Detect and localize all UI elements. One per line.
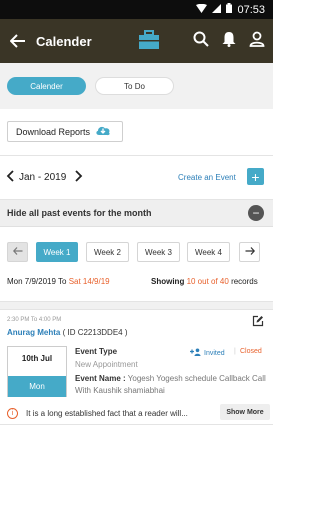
event-note: i It is a long established fact that a r… — [7, 404, 270, 420]
range-start: Mon 7/9/2019 — [7, 277, 56, 286]
chevron-left-icon[interactable] — [6, 170, 14, 185]
event-date-box: 10th Jul Mon — [7, 346, 67, 397]
show-more-button[interactable]: Show More — [220, 404, 270, 420]
week-tab-4[interactable]: Week 4 — [187, 242, 230, 262]
note-text: It is a long established fact that a rea… — [26, 408, 188, 418]
range-to: To — [58, 277, 67, 286]
arrow-right-icon — [245, 247, 255, 257]
month-navigation: Jan - 2019 Create an Event + — [0, 156, 273, 200]
week-tab-3[interactable]: Week 3 — [137, 242, 180, 262]
signal-icon — [212, 3, 222, 16]
week-tab-2[interactable]: Week 2 — [86, 242, 129, 262]
person-name[interactable]: Anurag Mehta — [7, 328, 60, 337]
week-selector: Week 1 Week 2 Week 3 Week 4 — [0, 235, 273, 269]
plus-icon: + — [251, 168, 260, 185]
event-person: Anurag Mehta ( ID C2213DDE4 ) — [7, 328, 128, 337]
week-tab-1[interactable]: Week 1 — [36, 242, 78, 262]
event-card[interactable]: 2:30 PM To 4:00 PM Anurag Mehta ( ID C22… — [0, 310, 273, 425]
profile-icon[interactable] — [249, 31, 265, 52]
tab-to-do[interactable]: To Do — [95, 77, 174, 95]
next-week-button[interactable] — [239, 242, 260, 262]
date-range: Mon 7/9/2019 To Sat 14/9/19 — [7, 277, 110, 286]
status-separator: | — [234, 348, 236, 355]
divider — [0, 301, 273, 310]
event-type-value: New Appointment — [75, 360, 138, 369]
download-reports-label: Download Reports — [16, 126, 91, 137]
month-label: Jan - 2019 — [19, 172, 67, 183]
search-icon[interactable] — [193, 31, 209, 52]
shown-count: 10 out of 40 — [186, 277, 229, 286]
collapse-minus-icon[interactable]: − — [248, 205, 264, 221]
status-bar: 07:53 — [0, 0, 273, 19]
cloud-download-icon — [95, 125, 111, 138]
battery-icon — [226, 3, 233, 16]
create-event-link[interactable]: Create an Event — [178, 173, 236, 182]
app-bar: Calender — [0, 19, 273, 63]
person-id: ( ID C2213DDE4 ) — [62, 328, 128, 337]
arrow-left-icon — [12, 247, 23, 257]
event-day: Mon — [8, 376, 66, 397]
download-section: Download Reports — [0, 109, 273, 156]
notification-bell-icon[interactable] — [222, 31, 236, 52]
status-badge: Closed — [240, 348, 262, 355]
download-reports-button[interactable]: Download Reports — [7, 121, 123, 142]
range-end: Sat 14/9/19 — [68, 277, 110, 286]
status-time: 07:53 — [237, 3, 265, 16]
event-time: 2:30 PM To 4:00 PM — [7, 317, 62, 323]
chevron-right-icon[interactable] — [75, 170, 83, 185]
records-label: records — [231, 277, 258, 286]
event-type-label: Event Type — [75, 347, 118, 356]
invited-label: Invited — [204, 349, 225, 357]
showing-label: Showing — [151, 277, 185, 286]
info-icon: i — [7, 407, 18, 419]
hide-past-events-label: Hide all past events for the month — [7, 208, 152, 218]
wifi-icon — [196, 3, 208, 16]
previous-week-button[interactable] — [7, 242, 28, 262]
page-title: Calender — [36, 33, 92, 49]
records-count: Showing 10 out of 40 records — [151, 277, 258, 286]
add-event-button[interactable]: + — [247, 168, 264, 185]
event-date: 10th Jul — [21, 354, 53, 363]
tab-calender[interactable]: Calender — [7, 77, 86, 95]
back-arrow-icon[interactable] — [8, 31, 28, 51]
view-toggle: Calender To Do — [0, 63, 273, 109]
briefcase-icon[interactable] — [138, 30, 160, 55]
event-name-label: Event Name : — [75, 374, 126, 383]
event-name: Event Name : Yogesh Yogesh schedule Call… — [75, 373, 267, 397]
add-person-icon — [190, 348, 201, 358]
invited-badge: Invited — [190, 348, 225, 358]
hide-past-events-row[interactable]: Hide all past events for the month − — [0, 200, 273, 227]
date-range-summary: Mon 7/9/2019 To Sat 14/9/19 Showing 10 o… — [0, 275, 273, 289]
edit-icon[interactable] — [252, 314, 264, 332]
